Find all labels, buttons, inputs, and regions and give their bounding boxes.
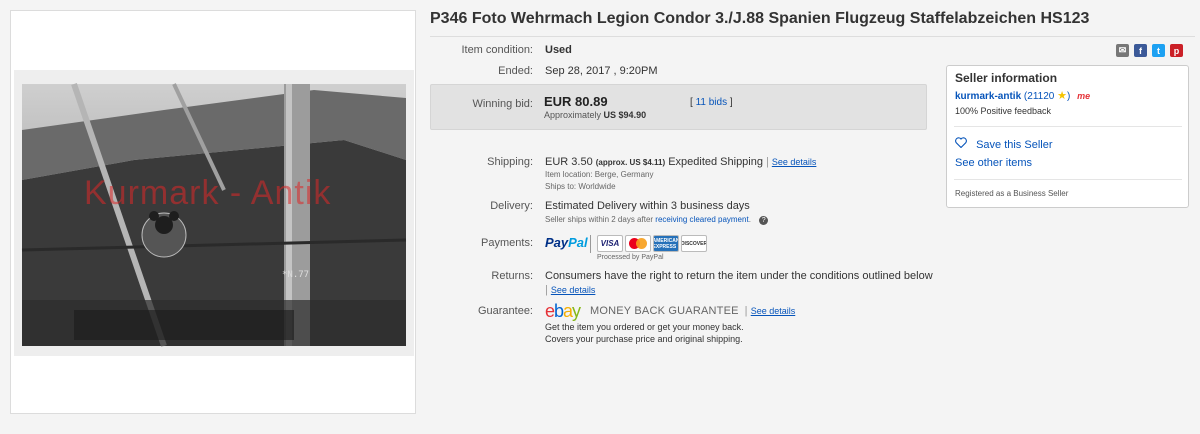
paypal-logo-pay: Pay <box>545 235 569 250</box>
seller-name-row: kurmark-antik (21120 ★) me <box>955 90 1091 102</box>
heart-icon <box>955 137 969 151</box>
me-badge-icon: me <box>1077 91 1091 101</box>
save-seller-label: Save this Seller <box>976 139 1053 151</box>
shipping-approx: (approx. US $4.11) <box>595 158 666 167</box>
ended-value: Sep 28, 2017 , 9:20PM <box>545 65 658 77</box>
ended-label: Ended: <box>498 65 533 77</box>
shipping-label: Shipping: <box>487 156 533 168</box>
item-location: Item location: Berge, Germany <box>545 170 654 179</box>
mastercard-icon <box>625 235 651 252</box>
star-icon: ★ <box>1057 90 1067 102</box>
winning-bid-approx: Approximately US $94.90 <box>544 110 646 120</box>
condition-label: Item condition: <box>461 44 533 56</box>
guarantee-label: Guarantee: <box>477 305 533 317</box>
item-title: P346 Foto Wehrmach Legion Condor 3./J.88… <box>430 10 1090 27</box>
money-back-guarantee: MONEY BACK GUARANTEE | See details <box>590 305 796 317</box>
item-photo-graphic <box>14 70 414 356</box>
payments-label: Payments: <box>481 237 533 249</box>
paypal-logo: PayPal <box>545 235 588 250</box>
photo-watermark: Kurmark - Antik <box>84 174 332 212</box>
bids-close-bracket: ] <box>729 97 733 108</box>
email-icon[interactable]: ✉ <box>1116 44 1129 57</box>
delivery-value: Estimated Delivery within 3 business day… <box>545 200 750 212</box>
shipping-value: EUR 3.50 (approx. US $4.11) Expedited Sh… <box>545 156 817 168</box>
guarantee-see-details-link[interactable]: See details <box>751 306 796 316</box>
winning-bid-label: Winning bid: <box>472 98 533 110</box>
guarantee-line-2: Covers your purchase price and original … <box>545 334 743 344</box>
delivery-note: Seller ships within 2 days after receivi… <box>545 215 769 225</box>
facebook-icon[interactable]: f <box>1134 44 1147 57</box>
winning-bid-amount: EUR 80.89 <box>544 94 608 109</box>
approx-value: US $94.90 <box>603 110 647 120</box>
guarantee-line-1: Get the item you ordered or get your mon… <box>545 322 744 332</box>
bid-history: [ 11 bids ] <box>690 97 733 108</box>
condition-value: Used <box>545 44 572 56</box>
twitter-icon[interactable]: t <box>1152 44 1165 57</box>
bids-link[interactable]: 11 bids <box>696 97 728 108</box>
seller-username-link[interactable]: kurmark-antik <box>955 91 1021 102</box>
photo-plane-marking: *N.77 <box>282 270 310 280</box>
delivery-note-suffix: . <box>748 215 751 224</box>
delivery-label: Delivery: <box>490 200 533 212</box>
shipping-amount: EUR 3.50 <box>545 156 593 168</box>
seller-feedback-score[interactable]: (21120 <box>1024 91 1054 102</box>
returns-value: Consumers have the right to return the i… <box>545 270 933 282</box>
cleared-payment-link[interactable]: receiving cleared payment <box>655 215 748 224</box>
business-seller-note: Registered as a Business Seller <box>955 189 1069 198</box>
see-other-items-link[interactable]: See other items <box>955 157 1032 169</box>
amex-card-icon: AMERICAN EXPRESS <box>653 235 679 252</box>
shipping-see-details-link[interactable]: See details <box>772 157 817 167</box>
paypal-separator <box>590 235 591 253</box>
returns-details: | See details <box>545 284 596 296</box>
paypal-logo-pal: Pal <box>568 235 588 250</box>
delivery-note-prefix: Seller ships within 2 days after <box>545 215 654 224</box>
seller-positive-feedback: 100% Positive feedback <box>955 106 1052 116</box>
save-seller-link[interactable]: Save this Seller <box>955 137 1053 151</box>
title-divider <box>430 36 1195 37</box>
processed-by-paypal: Processed by PayPal <box>597 254 664 261</box>
item-photo[interactable]: Kurmark - Antik *N.77 <box>14 70 414 356</box>
seller-info-title: Seller information <box>955 71 1058 85</box>
visa-card-icon: VISA <box>597 235 623 252</box>
mbg-text: MONEY BACK GUARANTEE <box>590 305 739 317</box>
help-icon[interactable]: ? <box>759 216 769 225</box>
ebay-logo: ebay <box>545 301 581 321</box>
seller-divider <box>954 126 1182 127</box>
shipping-method: Expedited Shipping <box>668 156 763 168</box>
returns-label: Returns: <box>491 270 533 282</box>
ships-to: Ships to: Worldwide <box>545 182 616 191</box>
discover-card-icon: DISCOVER <box>681 235 707 252</box>
returns-see-details-link[interactable]: See details <box>551 285 596 295</box>
approx-prefix: Approximately <box>544 110 602 120</box>
bids-open-bracket: [ <box>690 97 693 108</box>
pinterest-icon[interactable]: p <box>1170 44 1183 57</box>
seller-divider-2 <box>954 179 1182 180</box>
